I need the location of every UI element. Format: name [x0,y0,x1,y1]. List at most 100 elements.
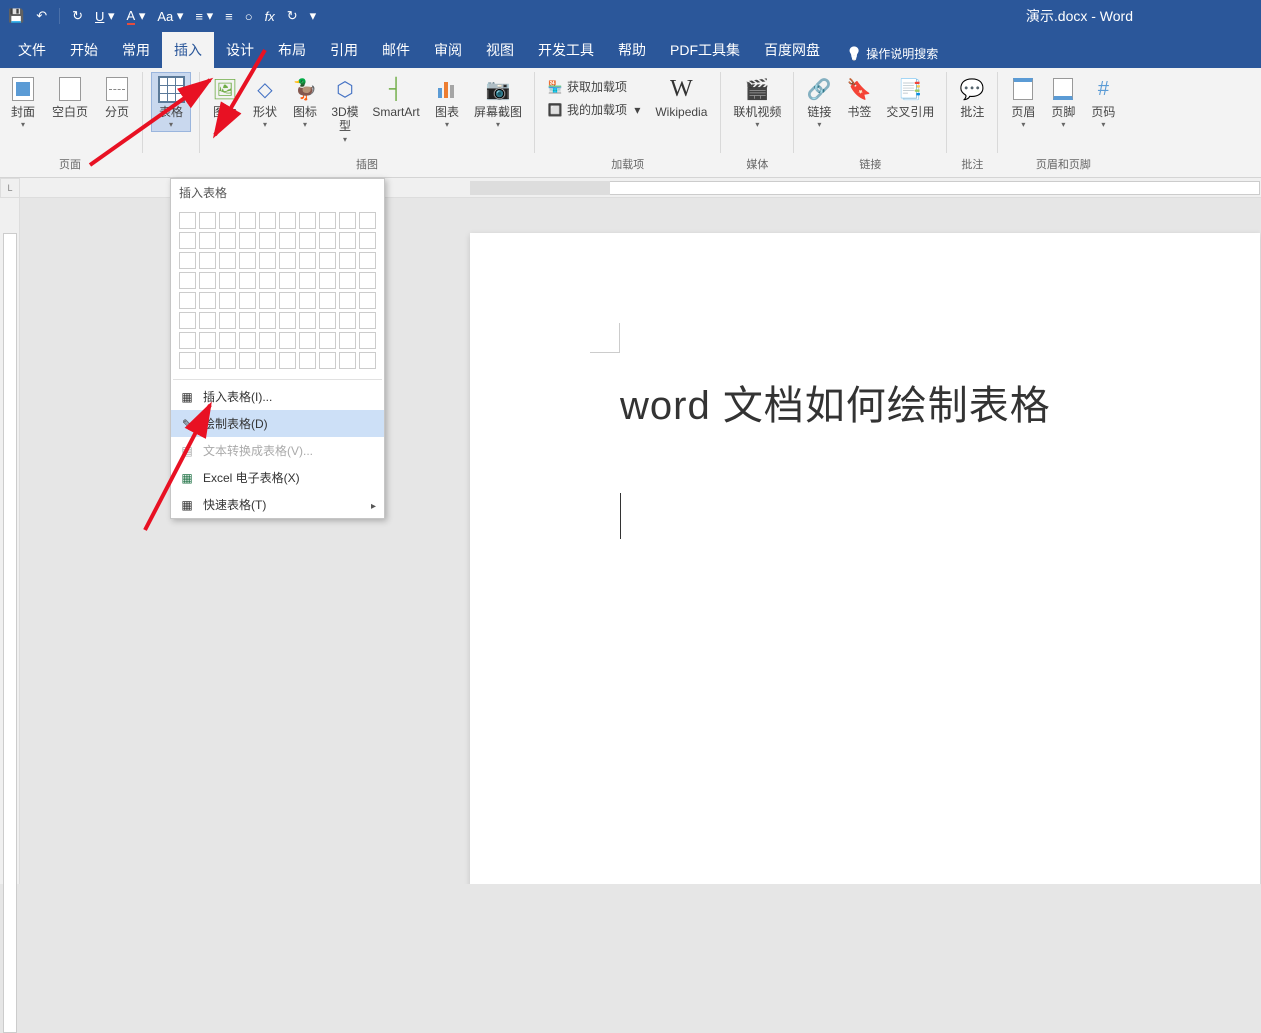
table-grid-cell[interactable] [259,292,276,309]
excel-spreadsheet-item[interactable]: ▦ Excel 电子表格(X) [171,464,384,491]
picture-button[interactable]: 🖼 图片 [208,72,242,122]
tab-insert[interactable]: 插入 [162,32,214,68]
table-grid-cell[interactable] [339,232,356,249]
table-grid-cell[interactable] [299,232,316,249]
table-grid-cell[interactable] [319,272,336,289]
table-grid-cell[interactable] [279,352,296,369]
table-grid-cell[interactable] [239,292,256,309]
tab-pdf[interactable]: PDF工具集 [658,32,752,68]
header-button[interactable]: 页眉 [1006,72,1040,132]
table-grid-cell[interactable] [259,252,276,269]
table-grid-cell[interactable] [239,272,256,289]
refresh-icon[interactable]: ↻ [287,8,298,24]
cross-reference-button[interactable]: 📑 交叉引用 [882,72,938,122]
table-grid-cell[interactable] [219,312,236,329]
table-grid-cell[interactable] [219,332,236,349]
table-grid-cell[interactable] [199,252,216,269]
table-grid-cell[interactable] [219,232,236,249]
page-number-button[interactable]: # 页码 [1086,72,1120,132]
table-grid-cell[interactable] [359,292,376,309]
table-grid-cell[interactable] [359,312,376,329]
table-grid-cell[interactable] [279,212,296,229]
table-grid-cell[interactable] [359,212,376,229]
quick-tables-item[interactable]: ▦ 快速表格(T) [171,491,384,518]
table-grid-cell[interactable] [319,212,336,229]
underline-icon[interactable]: U ▾ [95,8,115,24]
table-grid-cell[interactable] [199,272,216,289]
link-button[interactable]: 🔗 链接 [802,72,836,132]
table-grid-cell[interactable] [339,352,356,369]
table-grid-cell[interactable] [299,272,316,289]
table-grid-cell[interactable] [339,252,356,269]
table-grid-cell[interactable] [319,352,336,369]
table-grid-cell[interactable] [239,312,256,329]
undo-icon[interactable]: ↶ [36,8,47,24]
my-addins-button[interactable]: 🔲我的加载项 ▾ [543,99,644,120]
table-grid-cell[interactable] [239,212,256,229]
table-grid-cell[interactable] [319,252,336,269]
table-grid-cell[interactable] [179,312,196,329]
chart-button[interactable]: 图表 [430,72,464,132]
table-grid-cell[interactable] [279,332,296,349]
table-grid-cell[interactable] [299,252,316,269]
table-grid-cell[interactable] [359,332,376,349]
formula-icon[interactable]: fx [265,9,275,24]
circle-icon[interactable]: ○ [245,9,253,24]
save-icon[interactable]: 💾 [8,8,24,24]
tab-file[interactable]: 文件 [6,32,58,68]
table-grid-cell[interactable] [279,292,296,309]
table-grid-cell[interactable] [299,312,316,329]
tab-references[interactable]: 引用 [318,32,370,68]
3d-model-button[interactable]: ⬡ 3D模型 [328,72,362,147]
table-grid-cell[interactable] [179,252,196,269]
tab-baidu[interactable]: 百度网盘 [752,32,832,68]
table-grid-cell[interactable] [199,232,216,249]
table-grid-cell[interactable] [259,232,276,249]
table-grid-cell[interactable] [259,332,276,349]
table-grid-cell[interactable] [319,312,336,329]
table-grid-cell[interactable] [259,352,276,369]
table-grid-cell[interactable] [299,212,316,229]
vertical-ruler[interactable] [0,198,20,884]
table-button[interactable]: 表格 [151,72,191,132]
table-grid-cell[interactable] [319,332,336,349]
redo-icon[interactable]: ↻ [72,8,83,24]
table-grid-cell[interactable] [219,272,236,289]
table-grid-cell[interactable] [359,272,376,289]
change-case-icon[interactable]: Aa ▾ [157,8,183,24]
table-grid-cell[interactable] [199,332,216,349]
table-grid-cell[interactable] [239,352,256,369]
table-grid-cell[interactable] [259,312,276,329]
tab-design[interactable]: 设计 [214,32,266,68]
table-grid-cell[interactable] [339,272,356,289]
page-break-button[interactable]: 分页 [100,72,134,122]
table-grid-cell[interactable] [279,312,296,329]
tab-dev[interactable]: 开发工具 [526,32,606,68]
indent-icon[interactable]: ≡ [225,9,233,24]
table-grid-cell[interactable] [179,332,196,349]
bullets-icon[interactable]: ≡ ▾ [195,8,213,24]
cover-page-button[interactable]: 封面 [6,72,40,132]
table-grid-cell[interactable] [179,232,196,249]
table-grid-cell[interactable] [239,232,256,249]
table-grid-cell[interactable] [239,252,256,269]
table-grid-cell[interactable] [219,212,236,229]
table-size-grid[interactable] [171,206,384,376]
table-grid-cell[interactable] [339,292,356,309]
table-grid-cell[interactable] [299,352,316,369]
table-grid-cell[interactable] [359,252,376,269]
table-grid-cell[interactable] [319,232,336,249]
table-grid-cell[interactable] [179,352,196,369]
footer-button[interactable]: 页脚 [1046,72,1080,132]
screenshot-button[interactable]: 📷 屏幕截图 [470,72,526,132]
tell-me-search[interactable]: 操作说明搜索 [838,39,946,68]
icons-button[interactable]: 🦆 图标 [288,72,322,132]
table-grid-cell[interactable] [359,232,376,249]
table-grid-cell[interactable] [199,312,216,329]
online-video-button[interactable]: 🎬 联机视频 [729,72,785,132]
table-grid-cell[interactable] [299,292,316,309]
table-grid-cell[interactable] [219,292,236,309]
table-grid-cell[interactable] [199,292,216,309]
table-grid-cell[interactable] [339,212,356,229]
document-text[interactable]: word 文档如何绘制表格 [470,233,1260,431]
